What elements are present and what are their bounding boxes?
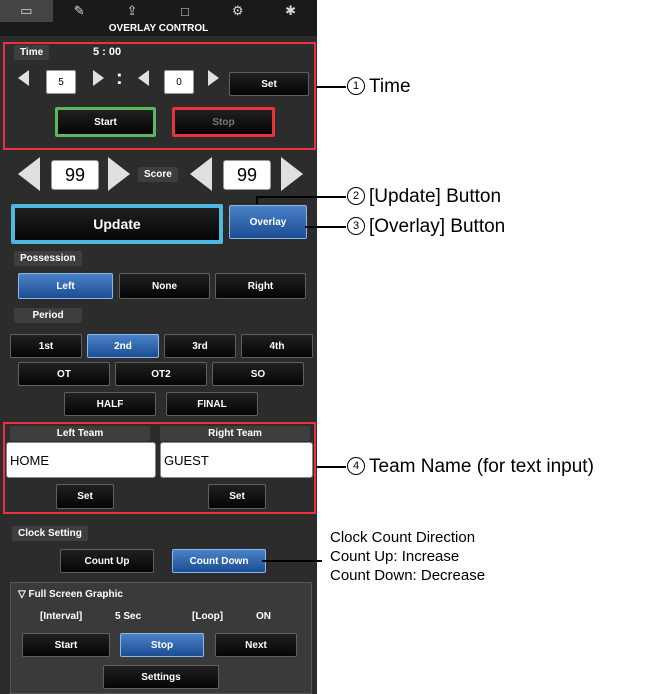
- camera-settings-icon[interactable]: ⚙: [211, 0, 264, 22]
- clock-setting-label: Clock Setting: [12, 526, 88, 541]
- possession-left-button[interactable]: Left: [18, 273, 113, 299]
- callout-line-4: [316, 466, 346, 468]
- right-score-field[interactable]: 99: [223, 160, 271, 190]
- callout-overlay-text: [Overlay] Button: [369, 216, 506, 237]
- count-down-button[interactable]: Count Down: [172, 549, 266, 573]
- callout-team-name: 4 Team Name (for text input): [347, 456, 594, 478]
- interval-value: 5 Sec: [115, 611, 142, 622]
- callout-team-name-text: Team Name (for text input): [369, 456, 594, 477]
- left-score-increment-arrow[interactable]: [108, 157, 130, 191]
- score-label: Score: [138, 167, 178, 182]
- callout-line-1: [316, 86, 346, 88]
- interval-label: [Interval]: [40, 611, 83, 622]
- note-line-3: Count Down: Decrease: [330, 567, 486, 584]
- period-ot-button[interactable]: OT: [18, 362, 110, 386]
- period-so-button[interactable]: SO: [212, 362, 304, 386]
- window-icon[interactable]: □: [158, 0, 211, 22]
- update-button[interactable]: Update: [11, 204, 223, 244]
- period-final-button[interactable]: FINAL: [166, 392, 258, 416]
- period-4th-button[interactable]: 4th: [241, 334, 313, 358]
- loop-value: ON: [256, 611, 271, 622]
- count-up-button[interactable]: Count Up: [60, 549, 154, 573]
- left-score-decrement-arrow[interactable]: [18, 157, 40, 191]
- loop-label: [Loop]: [192, 611, 224, 622]
- possession-label: Possession: [14, 251, 82, 266]
- edit-icon[interactable]: ✎: [53, 0, 106, 22]
- team-name-highlight-box: [3, 422, 316, 514]
- left-score-field[interactable]: 99: [51, 160, 99, 190]
- period-1st-button[interactable]: 1st: [10, 334, 82, 358]
- callout-line-2: [256, 196, 346, 198]
- export-icon[interactable]: ⇪: [106, 0, 159, 22]
- period-half-button[interactable]: HALF: [64, 392, 156, 416]
- callout-update-text: [Update] Button: [369, 186, 502, 207]
- callout-number-3: 3: [347, 217, 365, 235]
- note-line-2: Count Up: Increase: [330, 548, 460, 565]
- clock-direction-note: Clock Count Direction Count Up: Increase…: [330, 528, 485, 585]
- possession-right-button[interactable]: Right: [215, 273, 306, 299]
- callout-time: 1 Time: [347, 76, 411, 98]
- clock-note-line: [262, 560, 322, 562]
- note-line-1: Clock Count Direction: [330, 529, 476, 546]
- overlay-button[interactable]: Overlay: [229, 205, 307, 239]
- right-score-increment-arrow[interactable]: [281, 157, 303, 191]
- period-3rd-button[interactable]: 3rd: [164, 334, 236, 358]
- callout-overlay: 3 [Overlay] Button: [347, 216, 505, 238]
- period-label: Period: [14, 308, 82, 323]
- time-highlight-box: [3, 42, 316, 150]
- callout-time-text: Time: [369, 76, 411, 97]
- fsg-stop-button[interactable]: Stop: [120, 633, 204, 657]
- possession-none-button[interactable]: None: [119, 273, 210, 299]
- top-tab-bar: ▭ ✎ ⇪ □ ⚙ ✱: [0, 0, 317, 22]
- right-score-decrement-arrow[interactable]: [190, 157, 212, 191]
- callout-number-2: 2: [347, 187, 365, 205]
- monitor-icon[interactable]: ▭: [0, 0, 53, 22]
- callout-update: 2 [Update] Button: [347, 186, 501, 208]
- period-ot2-button[interactable]: OT2: [115, 362, 207, 386]
- period-2nd-button[interactable]: 2nd: [87, 334, 159, 358]
- gear-icon[interactable]: ✱: [264, 0, 317, 22]
- full-screen-graphic-header[interactable]: ▽ Full Screen Graphic: [18, 589, 123, 600]
- callout-number-4: 4: [347, 457, 365, 475]
- fsg-settings-button[interactable]: Settings: [103, 665, 219, 689]
- callout-number-1: 1: [347, 77, 365, 95]
- callout-line-3: [305, 226, 346, 228]
- fsg-next-button[interactable]: Next: [215, 633, 297, 657]
- page-title: OVERLAY CONTROL: [0, 22, 317, 36]
- fsg-start-button[interactable]: Start: [22, 633, 110, 657]
